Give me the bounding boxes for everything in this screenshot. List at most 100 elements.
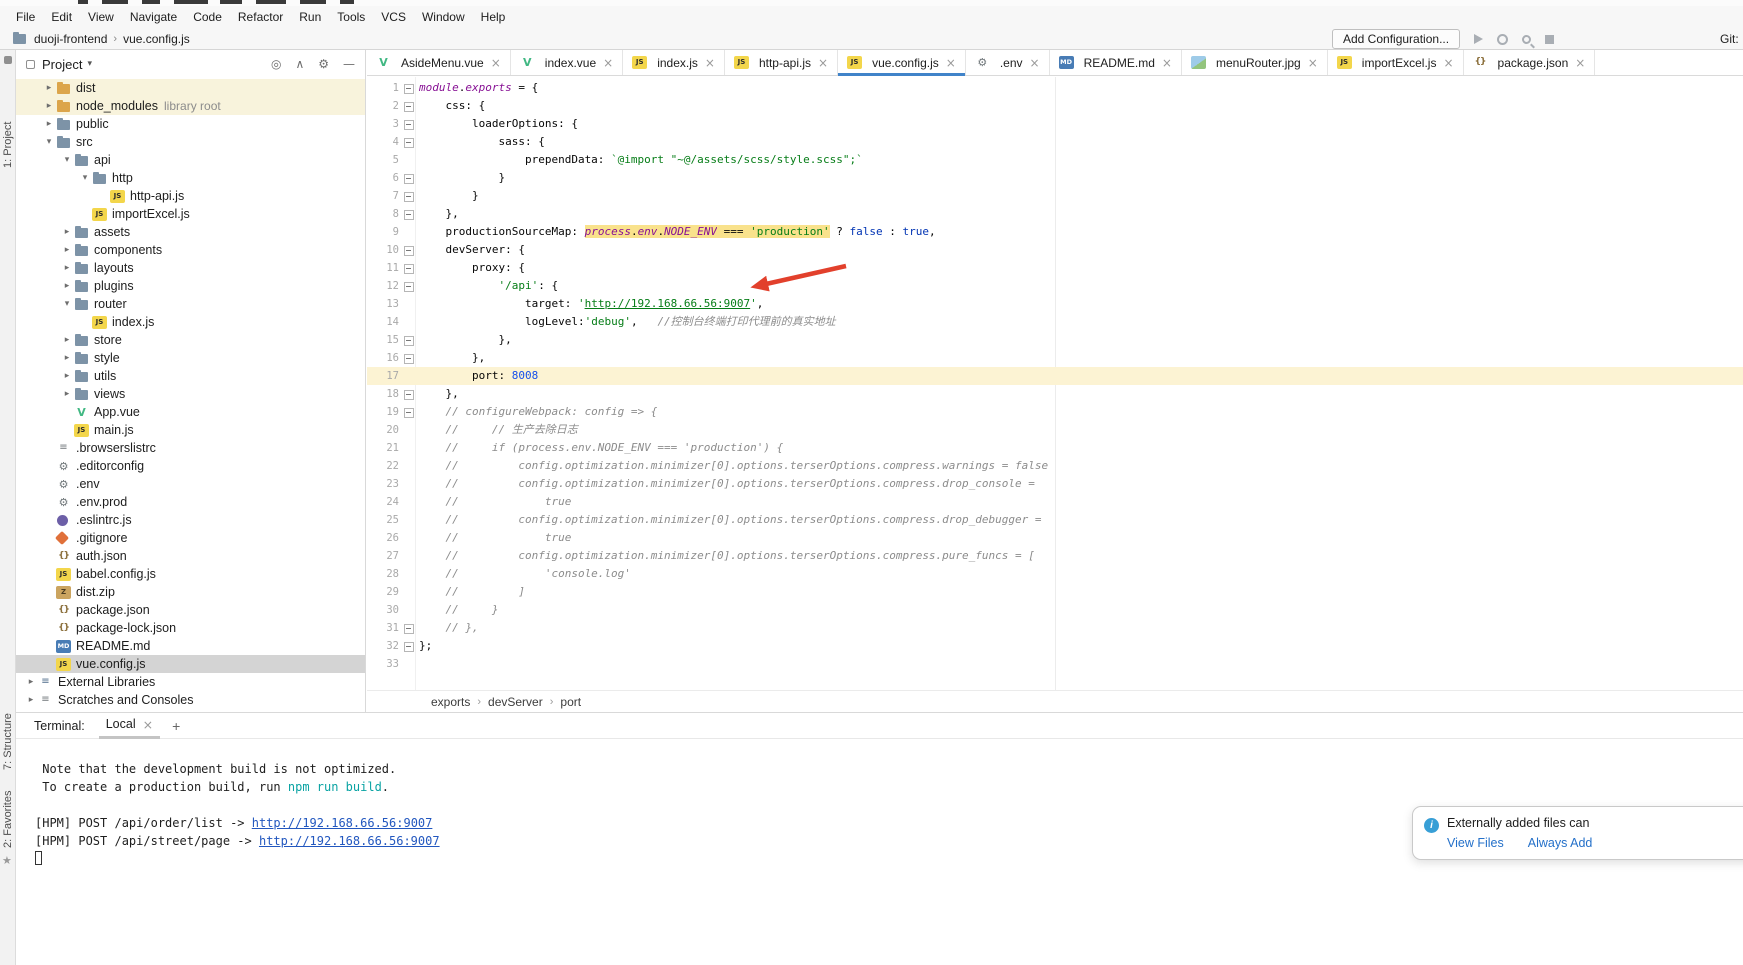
close-icon[interactable]: × bbox=[1162, 56, 1172, 70]
chevron-right-icon[interactable]: ▸ bbox=[60, 353, 74, 363]
tree-item-auth-json[interactable]: {}auth.json bbox=[16, 547, 365, 565]
tree-item-env-prod[interactable]: ⚙.env.prod bbox=[16, 493, 365, 511]
code-line-9[interactable]: 9 productionSourceMap: process.env.NODE_… bbox=[367, 223, 1743, 241]
tree-item-http[interactable]: ▾http bbox=[16, 169, 365, 187]
code-line-33[interactable]: 33 bbox=[367, 655, 1743, 673]
fold-marker-icon[interactable] bbox=[401, 115, 415, 133]
code-line-22[interactable]: 22 // config.optimization.minimizer[0].o… bbox=[367, 457, 1743, 475]
tree-item-importexcel-js[interactable]: JSimportExcel.js bbox=[16, 205, 365, 223]
close-icon[interactable]: × bbox=[818, 56, 828, 70]
fold-marker-icon[interactable] bbox=[401, 205, 415, 223]
editor-tab-menurouter-jpg[interactable]: menuRouter.jpg× bbox=[1182, 50, 1328, 75]
tree-item-router[interactable]: ▾router bbox=[16, 295, 365, 313]
breadcrumb-item-exports[interactable]: exports bbox=[431, 695, 470, 709]
tree-item-browserslistrc[interactable]: ≡.browserslistrc bbox=[16, 439, 365, 457]
tree-item-eslintrc-js[interactable]: .eslintrc.js bbox=[16, 511, 365, 529]
notification-action-view-files[interactable]: View Files bbox=[1447, 836, 1504, 850]
tree-item-style[interactable]: ▸style bbox=[16, 349, 365, 367]
code-editor[interactable]: 1module.exports = {2 css: {3 loaderOptio… bbox=[367, 77, 1743, 690]
tree-item-vue-config-js[interactable]: JSvue.config.js bbox=[16, 655, 365, 673]
code-line-27[interactable]: 27 // config.optimization.minimizer[0].o… bbox=[367, 547, 1743, 565]
code-line-28[interactable]: 28 // 'console.log' bbox=[367, 565, 1743, 583]
fold-marker-icon[interactable] bbox=[401, 277, 415, 295]
tree-item-readme-md[interactable]: MDREADME.md bbox=[16, 637, 365, 655]
code-line-19[interactable]: 19 // configureWebpack: config => { bbox=[367, 403, 1743, 421]
chevron-right-icon[interactable]: ▸ bbox=[24, 677, 38, 687]
tree-item-assets[interactable]: ▸assets bbox=[16, 223, 365, 241]
new-terminal-icon[interactable]: + bbox=[172, 718, 180, 734]
menu-code[interactable]: Code bbox=[185, 8, 230, 26]
fold-marker-icon[interactable] bbox=[401, 349, 415, 367]
close-icon[interactable]: × bbox=[143, 717, 153, 732]
tree-item-layouts[interactable]: ▸layouts bbox=[16, 259, 365, 277]
terminal-tab-local[interactable]: Local × bbox=[99, 713, 160, 739]
fold-marker-icon[interactable] bbox=[401, 241, 415, 259]
menu-help[interactable]: Help bbox=[473, 8, 514, 26]
code-line-16[interactable]: 16 }, bbox=[367, 349, 1743, 367]
close-icon[interactable]: × bbox=[491, 56, 501, 70]
search-icon[interactable] bbox=[1522, 35, 1531, 44]
code-line-3[interactable]: 3 loaderOptions: { bbox=[367, 115, 1743, 133]
settings-gear-icon[interactable]: ⚙ bbox=[318, 57, 329, 71]
fold-marker-icon[interactable] bbox=[401, 97, 415, 115]
stop-icon[interactable] bbox=[1545, 35, 1554, 44]
menu-vcs[interactable]: VCS bbox=[373, 8, 414, 26]
git-widget[interactable]: Git: bbox=[1720, 32, 1739, 46]
fold-marker-icon[interactable] bbox=[401, 331, 415, 349]
code-line-18[interactable]: 18 }, bbox=[367, 385, 1743, 403]
code-line-12[interactable]: 12 '/api': { bbox=[367, 277, 1743, 295]
chevron-right-icon[interactable]: ▸ bbox=[60, 245, 74, 255]
chevron-right-icon[interactable]: ▸ bbox=[42, 101, 56, 111]
menu-refactor[interactable]: Refactor bbox=[230, 8, 291, 26]
editor-tab-importexcel-js[interactable]: JSimportExcel.js× bbox=[1328, 50, 1464, 75]
tool-window-project-button[interactable]: 1: Project bbox=[2, 122, 14, 168]
fold-marker-icon[interactable] bbox=[401, 637, 415, 655]
chevron-down-icon[interactable]: ▾ bbox=[42, 137, 56, 147]
fold-marker-icon[interactable] bbox=[401, 403, 415, 421]
code-line-25[interactable]: 25 // config.optimization.minimizer[0].o… bbox=[367, 511, 1743, 529]
menu-view[interactable]: View bbox=[80, 8, 122, 26]
chevron-down-icon[interactable]: ▾ bbox=[87, 59, 92, 69]
code-line-14[interactable]: 14 logLevel:'debug', //控制台终端打印代理前的真实地址 bbox=[367, 313, 1743, 331]
fold-marker-icon[interactable] bbox=[401, 259, 415, 277]
editor-tab-index-vue[interactable]: Vindex.vue× bbox=[511, 50, 623, 75]
chevron-right-icon[interactable]: ▸ bbox=[60, 281, 74, 291]
code-line-7[interactable]: 7 } bbox=[367, 187, 1743, 205]
menu-file[interactable]: File bbox=[8, 8, 43, 26]
fold-marker-icon[interactable] bbox=[401, 619, 415, 637]
tree-item-src[interactable]: ▾src bbox=[16, 133, 365, 151]
code-line-13[interactable]: 13 target: 'http://192.168.66.56:9007', bbox=[367, 295, 1743, 313]
tree-item-dist-zip[interactable]: Zdist.zip bbox=[16, 583, 365, 601]
code-line-5[interactable]: 5 prependData: `@import "~@/assets/scss/… bbox=[367, 151, 1743, 169]
code-line-10[interactable]: 10 devServer: { bbox=[367, 241, 1743, 259]
code-line-6[interactable]: 6 } bbox=[367, 169, 1743, 187]
editor-tab-readme-md[interactable]: MDREADME.md× bbox=[1050, 50, 1182, 75]
tree-item-package-lock-json[interactable]: {}package-lock.json bbox=[16, 619, 365, 637]
code-line-20[interactable]: 20 // // 生产去除日志 bbox=[367, 421, 1743, 439]
fold-marker-icon[interactable] bbox=[401, 385, 415, 403]
tree-item-dist[interactable]: ▸dist bbox=[16, 79, 365, 97]
code-line-1[interactable]: 1module.exports = { bbox=[367, 79, 1743, 97]
tree-item-api[interactable]: ▾api bbox=[16, 151, 365, 169]
tool-window-7-structure-button[interactable]: 7: Structure bbox=[2, 713, 14, 770]
tree-item-utils[interactable]: ▸utils bbox=[16, 367, 365, 385]
terminal-link[interactable]: http://192.168.66.56:9007 bbox=[259, 834, 440, 848]
code-line-11[interactable]: 11 proxy: { bbox=[367, 259, 1743, 277]
code-line-2[interactable]: 2 css: { bbox=[367, 97, 1743, 115]
fold-marker-icon[interactable] bbox=[401, 169, 415, 187]
tree-item-editorconfig[interactable]: ⚙.editorconfig bbox=[16, 457, 365, 475]
chevron-right-icon[interactable]: ▸ bbox=[60, 335, 74, 345]
tree-item-main-js[interactable]: JSmain.js bbox=[16, 421, 365, 439]
add-configuration-button[interactable]: Add Configuration... bbox=[1332, 29, 1460, 49]
terminal-title[interactable]: Terminal: bbox=[34, 719, 85, 733]
chevron-right-icon[interactable]: ▸ bbox=[42, 83, 56, 93]
menu-navigate[interactable]: Navigate bbox=[122, 8, 185, 26]
code-line-21[interactable]: 21 // if (process.env.NODE_ENV === 'prod… bbox=[367, 439, 1743, 457]
code-line-4[interactable]: 4 sass: { bbox=[367, 133, 1743, 151]
profiler-icon[interactable] bbox=[1497, 34, 1508, 45]
chevron-right-icon[interactable]: ▸ bbox=[60, 263, 74, 273]
locate-icon[interactable]: ◎ bbox=[271, 57, 281, 71]
chevron-right-icon[interactable]: ▸ bbox=[60, 371, 74, 381]
code-line-29[interactable]: 29 // ] bbox=[367, 583, 1743, 601]
code-line-8[interactable]: 8 }, bbox=[367, 205, 1743, 223]
